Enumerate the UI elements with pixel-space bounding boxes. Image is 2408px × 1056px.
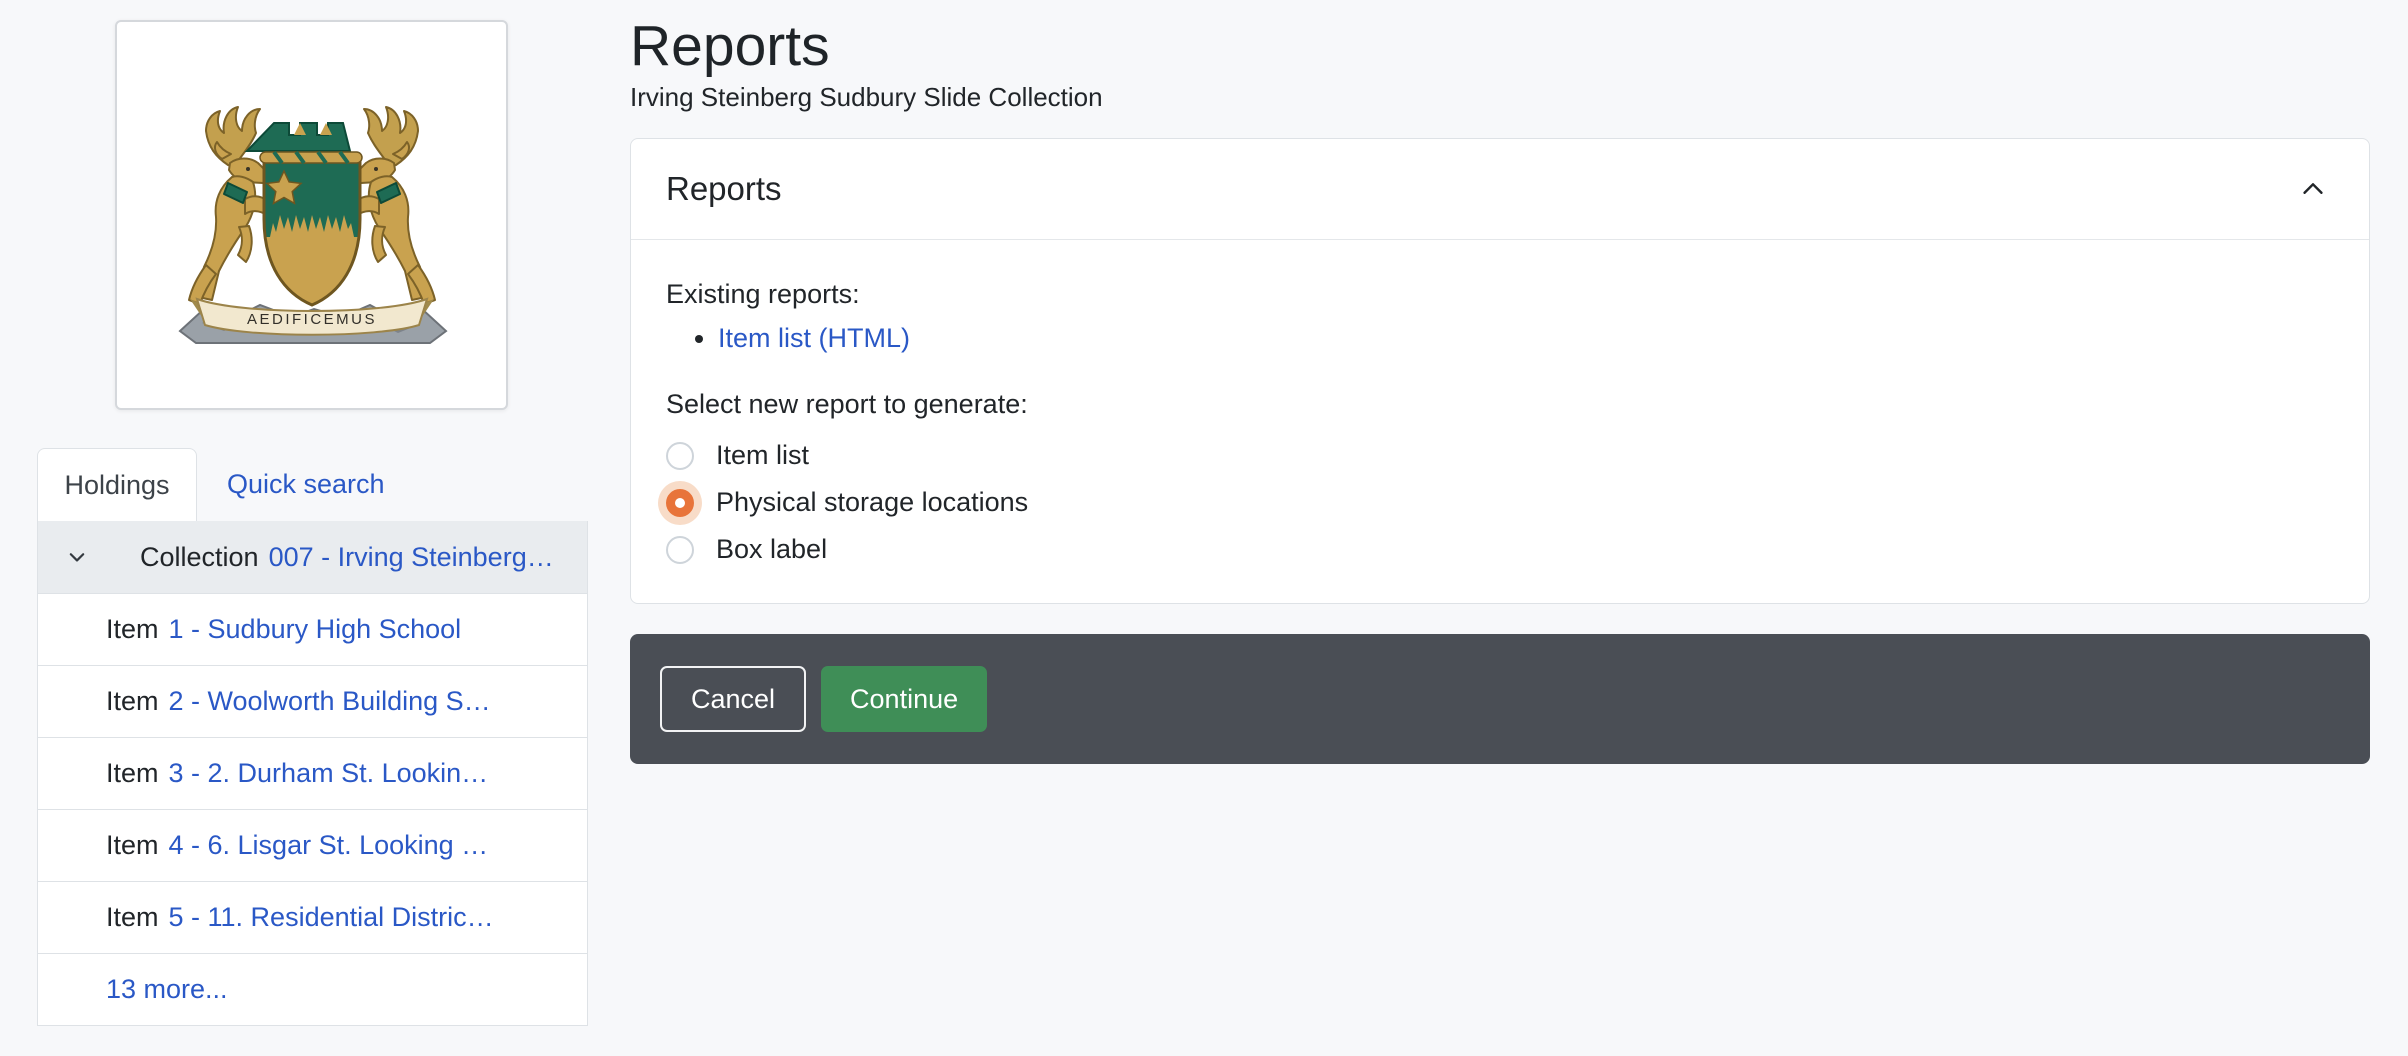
tab-quick-search[interactable]: Quick search <box>227 448 385 521</box>
sidebar-tabs: Holdings Quick search <box>37 448 588 521</box>
existing-reports-list: Item list (HTML) <box>666 316 2333 360</box>
tab-holdings[interactable]: Holdings <box>37 448 197 521</box>
crest-motto: AEDIFICEMUS <box>246 311 376 328</box>
tree-row-item: Item 1 - Sudbury High School <box>38 593 587 665</box>
tree-row-item: Item 5 - 11. Residential Distric… <box>38 881 587 953</box>
form-actions-bar: Cancel Continue <box>630 634 2370 764</box>
radio-row-box-label[interactable]: Box label <box>666 526 2333 573</box>
reports-card-header: Reports <box>631 139 2369 240</box>
tree-row-item: Item 4 - 6. Lisgar St. Looking … <box>38 809 587 881</box>
page-title: Reports <box>630 12 2370 80</box>
page-subtitle: Irving Steinberg Sudbury Slide Collectio… <box>630 82 2370 113</box>
radio-label: Box label <box>716 534 827 565</box>
tree-link-item-3[interactable]: 3 - 2. Durham St. Lookin… <box>169 758 489 789</box>
cancel-button[interactable]: Cancel <box>660 666 806 732</box>
reports-card-body: Existing reports: Item list (HTML) Selec… <box>631 240 2369 603</box>
tree-type-label: Collection <box>140 542 259 573</box>
sudbury-coat-of-arms-icon: AEDIFICEMUS <box>142 65 482 365</box>
tree-type-label: Item <box>106 614 159 645</box>
drag-handle-icon[interactable] <box>527 913 547 924</box>
tree-link-item-2[interactable]: 2 - Woolworth Building S… <box>169 686 491 717</box>
drag-handle-icon[interactable] <box>527 625 547 636</box>
radio-label: Item list <box>716 440 809 471</box>
radio-box-label[interactable] <box>666 536 694 564</box>
radio-label: Physical storage locations <box>716 487 1028 518</box>
radio-row-physical-storage[interactable]: Physical storage locations <box>666 479 2333 526</box>
tree-row-collection: Collection 007 - Irving Steinberg… <box>38 521 587 593</box>
reports-card: Reports Existing reports: Item list (HTM… <box>630 138 2370 604</box>
tree-link-item-4[interactable]: 4 - 6. Lisgar St. Looking … <box>169 830 489 861</box>
continue-button[interactable]: Continue <box>821 666 987 732</box>
tree-row-more: 13 more... <box>38 953 587 1025</box>
drag-handle-icon[interactable] <box>527 697 547 708</box>
tree-link-collection[interactable]: 007 - Irving Steinberg… <box>269 542 554 573</box>
tree-link-item-1[interactable]: 1 - Sudbury High School <box>169 614 462 645</box>
tree-type-label: Item <box>106 758 159 789</box>
existing-reports-label: Existing reports: <box>666 274 2333 314</box>
chevron-up-icon <box>2298 174 2328 204</box>
radio-item-list[interactable] <box>666 442 694 470</box>
holdings-tree: Collection 007 - Irving Steinberg… Item … <box>37 521 588 1026</box>
repository-logo-link[interactable]: AEDIFICEMUS <box>115 20 508 410</box>
radio-row-item-list[interactable]: Item list <box>666 432 2333 479</box>
crest-shield <box>264 161 360 311</box>
collapse-toggle-button[interactable] <box>2293 169 2333 209</box>
radio-physical-storage-locations-selected[interactable] <box>666 489 694 517</box>
drag-handle-icon[interactable] <box>527 769 547 780</box>
item-list-html-link[interactable]: Item list (HTML) <box>718 323 910 353</box>
tree-more-link[interactable]: 13 more... <box>106 974 228 1005</box>
select-report-label: Select new report to generate: <box>666 384 2333 424</box>
existing-report-item: Item list (HTML) <box>718 316 2333 360</box>
tree-type-label: Item <box>106 686 159 717</box>
tree-row-item: Item 2 - Woolworth Building S… <box>38 665 587 737</box>
drag-handle-icon[interactable] <box>527 841 547 852</box>
chevron-down-icon[interactable] <box>66 546 88 568</box>
reports-card-title: Reports <box>666 170 782 208</box>
tree-type-label: Item <box>106 830 159 861</box>
reports-page: AEDIFICEMUS Holdings Quick search Collec… <box>0 0 2408 1056</box>
tree-link-item-5[interactable]: 5 - 11. Residential Distric… <box>169 902 494 933</box>
tree-type-label: Item <box>106 902 159 933</box>
tree-row-item: Item 3 - 2. Durham St. Lookin… <box>38 737 587 809</box>
crest-crown <box>247 123 362 163</box>
main-content: Reports Irving Steinberg Sudbury Slide C… <box>630 0 2370 764</box>
moose-supporter-icon <box>189 107 270 304</box>
